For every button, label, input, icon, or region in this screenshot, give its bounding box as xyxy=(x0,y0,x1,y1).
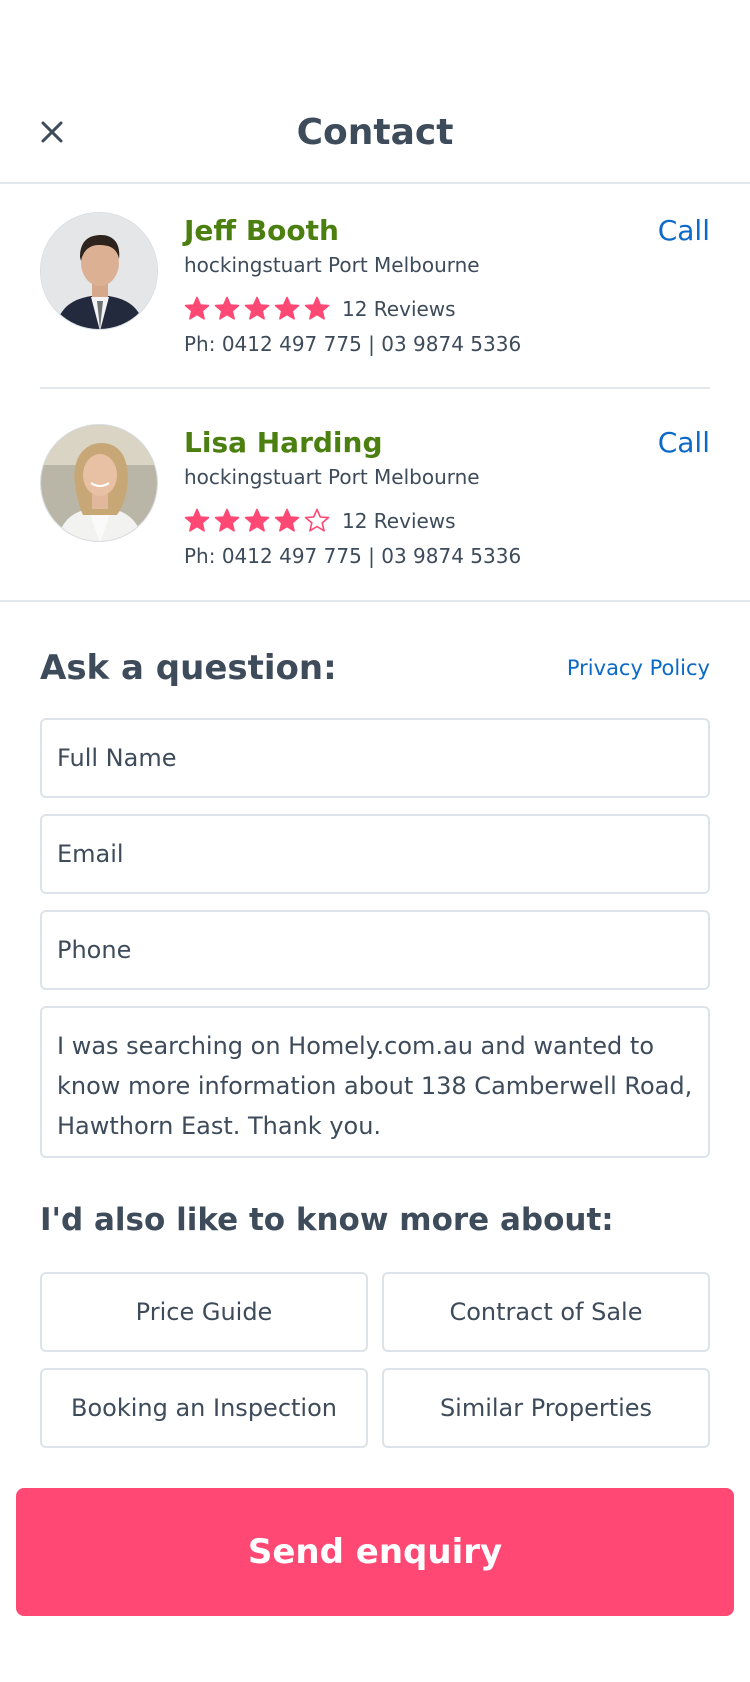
call-button[interactable]: Call xyxy=(658,214,710,247)
star-icon xyxy=(274,296,300,322)
divider xyxy=(0,600,750,602)
star-icon xyxy=(184,296,210,322)
more-about-title: I'd also like to know more about: xyxy=(40,1202,614,1238)
call-button[interactable]: Call xyxy=(658,426,710,459)
star-icon xyxy=(304,296,330,322)
agent-card: Jeff Booth hockingstuart Port Melbourne … xyxy=(40,212,710,362)
agent-agency: hockingstuart Port Melbourne xyxy=(184,253,480,277)
option-booking-inspection[interactable]: Booking an Inspection xyxy=(40,1368,368,1448)
star-icon xyxy=(244,296,270,322)
avatar xyxy=(40,212,158,330)
agent-card: Lisa Harding hockingstuart Port Melbourn… xyxy=(40,424,710,574)
agent-phone: Ph: 0412 497 775 | 03 9874 5336 xyxy=(184,544,522,568)
option-contract-of-sale[interactable]: Contract of Sale xyxy=(382,1272,710,1352)
agent-rating: 12 Reviews xyxy=(184,294,456,324)
page-title: Contact xyxy=(296,112,454,153)
divider xyxy=(40,387,710,389)
send-enquiry-button[interactable]: Send enquiry xyxy=(16,1488,734,1616)
agent-name[interactable]: Lisa Harding xyxy=(184,426,383,459)
email-field[interactable] xyxy=(40,814,710,894)
phone-input[interactable] xyxy=(42,912,708,988)
phone-field[interactable] xyxy=(40,910,710,990)
agent-agency: hockingstuart Port Melbourne xyxy=(184,465,480,489)
star-icon xyxy=(214,508,240,534)
agent-phone: Ph: 0412 497 775 | 03 9874 5336 xyxy=(184,332,522,356)
header: Contact xyxy=(0,100,750,184)
message-textarea[interactable]: I was searching on Homely.com.au and wan… xyxy=(40,1006,710,1158)
option-similar-properties[interactable]: Similar Properties xyxy=(382,1368,710,1448)
reviews-count[interactable]: 12 Reviews xyxy=(342,297,456,321)
agent-rating: 12 Reviews xyxy=(184,506,456,536)
avatar xyxy=(40,424,158,542)
option-price-guide[interactable]: Price Guide xyxy=(40,1272,368,1352)
star-icon xyxy=(304,508,330,534)
star-icon xyxy=(184,508,210,534)
star-icon xyxy=(214,296,240,322)
form-title: Ask a question: xyxy=(40,648,337,688)
star-icon xyxy=(244,508,270,534)
agent-name[interactable]: Jeff Booth xyxy=(184,214,339,247)
full-name-input[interactable] xyxy=(42,720,708,796)
full-name-field[interactable] xyxy=(40,718,710,798)
star-icon xyxy=(274,508,300,534)
email-input[interactable] xyxy=(42,816,708,892)
reviews-count[interactable]: 12 Reviews xyxy=(342,509,456,533)
privacy-policy-link[interactable]: Privacy Policy xyxy=(567,656,710,680)
